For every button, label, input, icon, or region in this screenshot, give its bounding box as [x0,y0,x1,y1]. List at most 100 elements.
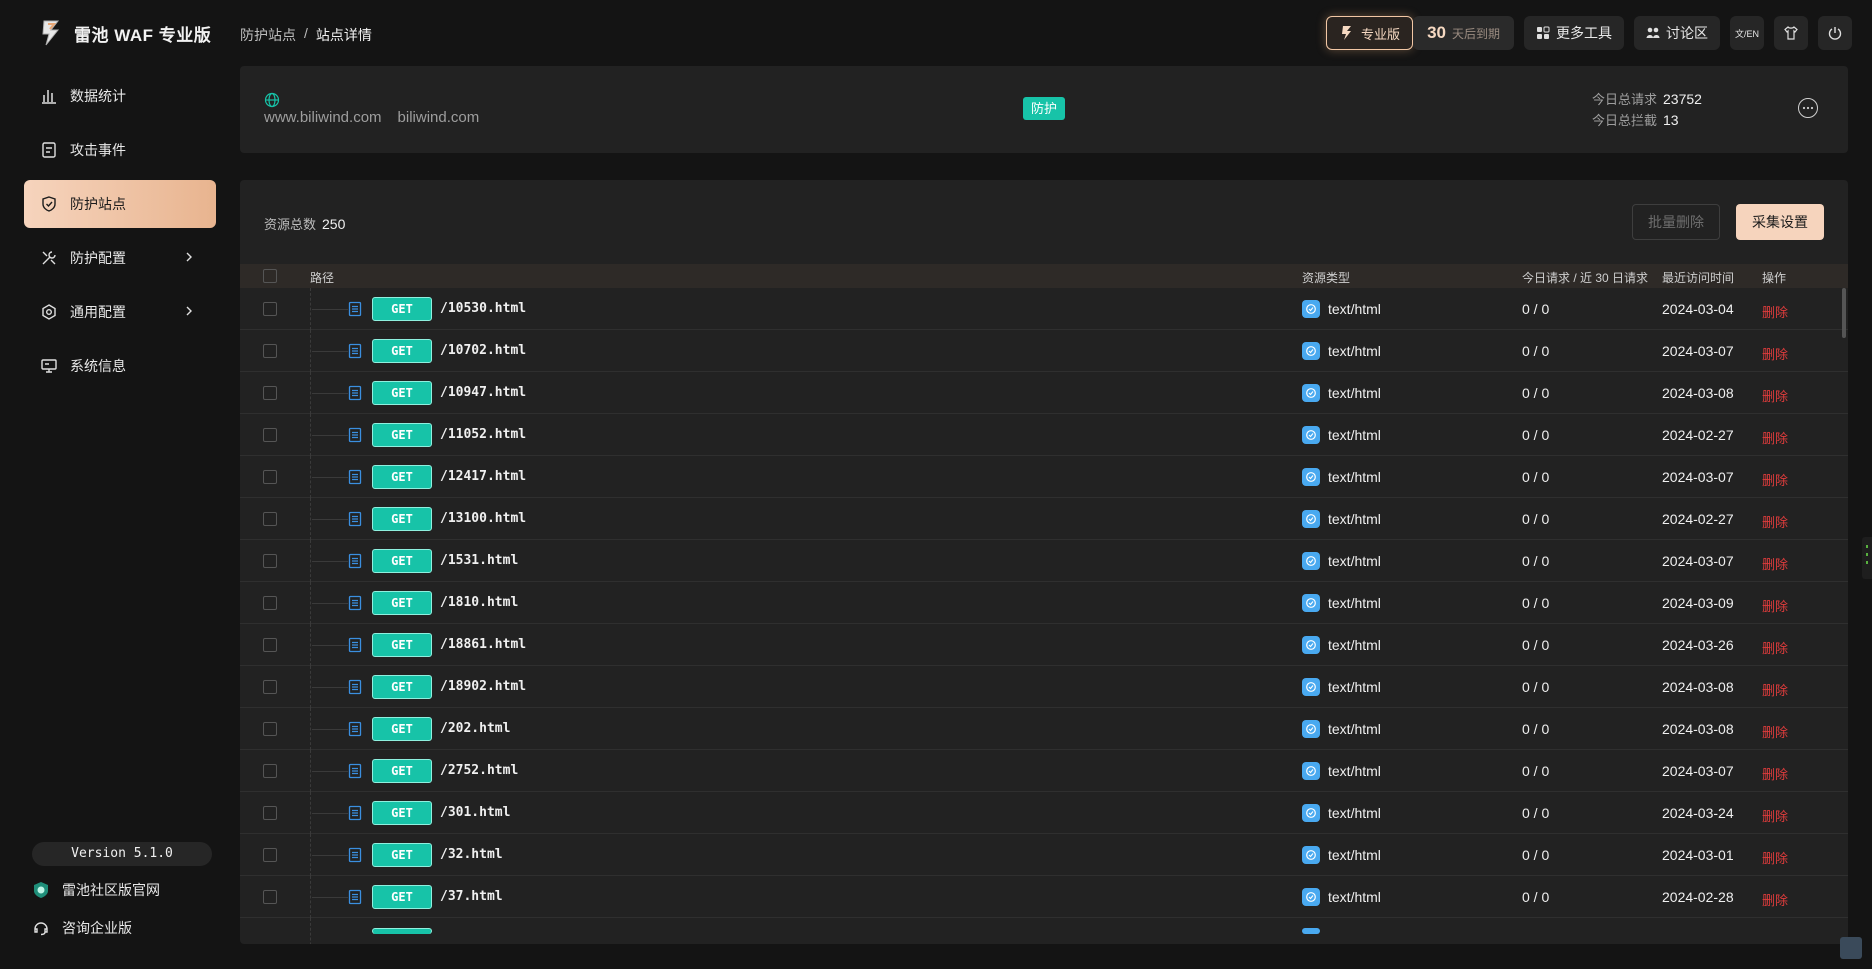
tree-line [312,519,348,520]
resource-path[interactable]: /11052.html [440,427,526,442]
table-row: GET /18902.html text/html 0 / 0 2024-03-… [240,666,1848,708]
row-checkbox[interactable] [263,722,277,736]
http-method-badge: GET [372,423,432,447]
row-checkbox[interactable] [263,386,277,400]
delete-link[interactable]: 删除 [1762,722,1788,741]
row-checkbox[interactable] [263,680,277,694]
table-row: GET /37.html text/html 0 / 0 2024-02-28 … [240,876,1848,918]
http-method-badge: GET [372,549,432,573]
delete-link[interactable]: 删除 [1762,428,1788,447]
delete-link[interactable]: 删除 [1762,806,1788,825]
resource-path[interactable]: /13100.html [440,511,526,526]
request-counts: 0 / 0 [1522,595,1550,611]
html-type-icon [1302,510,1320,528]
language-icon: 文/EN [1734,28,1759,39]
batch-delete-button[interactable]: 批量删除 [1632,204,1720,240]
forum-button[interactable]: 讨论区 [1634,16,1720,50]
more-options-button[interactable] [1798,98,1818,118]
bar-chart-icon [42,90,56,104]
row-checkbox[interactable] [263,638,277,652]
delete-link[interactable]: 删除 [1762,890,1788,909]
collect-settings-button[interactable]: 采集设置 [1736,204,1824,240]
delete-link[interactable]: 删除 [1762,470,1788,489]
resource-path[interactable]: /32.html [440,847,503,862]
resource-path[interactable]: /10702.html [440,343,526,358]
resource-path[interactable]: /301.html [440,805,510,820]
tree-line [312,771,348,772]
request-counts: 0 / 0 [1522,511,1550,527]
delete-link[interactable]: 删除 [1762,596,1788,615]
breadcrumb-parent[interactable]: 防护站点 [240,25,296,45]
resource-path[interactable]: /202.html [440,721,510,736]
delete-link[interactable]: 删除 [1762,638,1788,657]
row-checkbox[interactable] [263,764,277,778]
resource-total-value: 250 [322,216,346,232]
last-visit-date: 2024-03-26 [1662,637,1734,653]
pro-edition-label: 专业版 [1361,26,1401,42]
community-logo-icon [34,882,48,898]
language-switch-button[interactable]: 文/EN [1730,16,1764,50]
apps-icon [1537,26,1550,39]
resource-path[interactable]: /1810.html [440,595,518,610]
logout-button[interactable] [1818,16,1852,50]
side-widget[interactable] [1862,537,1872,579]
resource-path[interactable]: /10530.html [440,301,526,316]
row-checkbox[interactable] [263,596,277,610]
tree-line [310,750,311,792]
delete-link[interactable]: 删除 [1762,302,1788,321]
sidebar-item-attack-events[interactable]: 攻击事件 [24,126,216,174]
resource-path[interactable]: /2752.html [440,763,518,778]
request-counts: 0 / 0 [1522,301,1550,317]
assistant-avatar[interactable] [1840,937,1862,959]
delete-link[interactable]: 删除 [1762,512,1788,531]
table-row: GET /11052.html text/html 0 / 0 2024-02-… [240,414,1848,456]
tree-line [310,540,311,582]
resource-path[interactable]: /18902.html [440,679,526,694]
resource-type: text/html [1328,511,1381,527]
sidebar-item-protected-sites[interactable]: 防护站点 [24,180,216,228]
resource-path[interactable]: /10947.html [440,385,526,400]
document-icon [348,679,362,695]
table-scrollbar[interactable] [1842,288,1846,338]
row-checkbox[interactable] [263,302,277,316]
tree-line [310,876,311,918]
row-checkbox[interactable] [263,890,277,904]
delete-link[interactable]: 删除 [1762,386,1788,405]
select-all-checkbox[interactable] [263,269,277,283]
delete-link[interactable]: 删除 [1762,680,1788,699]
delete-link[interactable]: 删除 [1762,554,1788,573]
community-site-link[interactable]: 雷池社区版官网 [32,880,160,900]
sidebar-item-dashboard[interactable]: 数据统计 [24,72,216,120]
last-visit-date: 2024-03-08 [1662,385,1734,401]
row-checkbox[interactable] [263,470,277,484]
sidebar-item-general-config[interactable]: 通用配置 [24,288,216,336]
delete-link[interactable]: 删除 [1762,344,1788,363]
pro-edition-button[interactable]: 专业版 [1326,16,1414,50]
document-icon [348,847,362,863]
row-checkbox[interactable] [263,554,277,568]
sidebar-item-system-info[interactable]: 系统信息 [24,342,216,390]
more-tools-button[interactable]: 更多工具 [1524,16,1624,50]
row-checkbox[interactable] [263,428,277,442]
table-row: GET /10530.html text/html 0 / 0 2024-03-… [240,288,1848,330]
resource-path[interactable]: /1531.html [440,553,518,568]
resource-path[interactable]: /18861.html [440,637,526,652]
resource-path[interactable]: /12417.html [440,469,526,484]
html-type-icon [1302,300,1320,318]
row-checkbox[interactable] [263,512,277,526]
row-checkbox[interactable] [263,848,277,862]
sidebar-item-protection-config[interactable]: 防护配置 [24,234,216,282]
app-logo[interactable]: 雷池 WAF 专业版 [36,18,211,48]
row-checkbox[interactable] [263,344,277,358]
resource-path[interactable]: /37.html [440,889,503,904]
delete-link[interactable]: 删除 [1762,848,1788,867]
tree-line [312,855,348,856]
row-checkbox[interactable] [263,806,277,820]
enterprise-consult-link[interactable]: 咨询企业版 [32,918,132,938]
tree-line [310,288,311,330]
sidebar-item-label: 数据统计 [70,88,126,104]
tree-line [310,498,311,540]
resource-type: text/html [1328,679,1381,695]
theme-button[interactable] [1774,16,1808,50]
delete-link[interactable]: 删除 [1762,764,1788,783]
